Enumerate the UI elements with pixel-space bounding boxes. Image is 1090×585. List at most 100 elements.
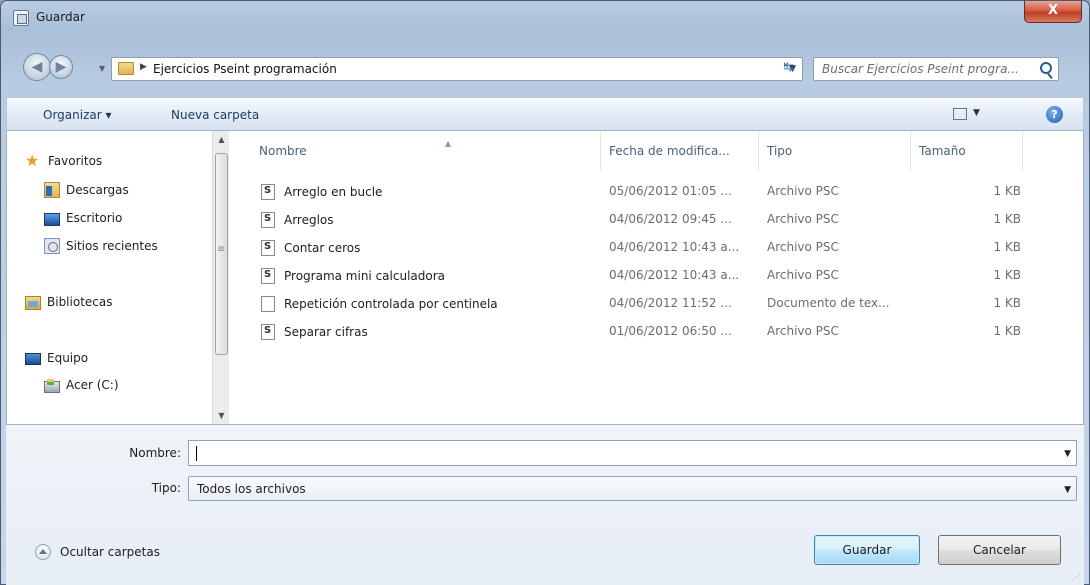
recent-locations-dropdown-icon[interactable]: ▼: [99, 64, 105, 73]
file-type: Archivo PSC: [767, 268, 839, 282]
column-header-date[interactable]: Fecha de modifica...: [601, 131, 759, 171]
change-view-icon[interactable]: [953, 108, 967, 120]
hide-folders-label: Ocultar carpetas: [60, 545, 160, 559]
file-date: 05/06/2012 01:05 ...: [609, 184, 732, 198]
file-name: Separar cifras: [284, 325, 368, 339]
file-size: 1 KB: [993, 212, 1021, 226]
file-name: Contar ceros: [284, 241, 361, 255]
file-size: 1 KB: [993, 324, 1021, 338]
forward-button[interactable]: ▶: [49, 55, 73, 79]
help-icon[interactable]: ?: [1046, 106, 1063, 123]
file-name-cell: Separar cifras: [261, 324, 368, 340]
back-button[interactable]: ◀: [23, 53, 51, 81]
psc-file-icon: [261, 240, 275, 256]
file-list: ▲ Nombre Fecha de modifica... Tipo Tamañ…: [233, 131, 1083, 424]
cancel-button[interactable]: Cancelar: [938, 535, 1061, 565]
sidebar-item-computer[interactable]: Equipo: [25, 346, 230, 370]
refresh-button[interactable]: ↹: [778, 58, 800, 78]
file-size: 1 KB: [993, 240, 1021, 254]
search-icon[interactable]: [1040, 62, 1052, 74]
file-date: 04/06/2012 09:45 ...: [609, 212, 732, 226]
sidebar-item-label: Acer (C:): [66, 378, 119, 392]
file-name-cell: Programa mini calculadora: [261, 268, 445, 284]
file-type: Archivo PSC: [767, 240, 839, 254]
file-name: Programa mini calculadora: [284, 269, 445, 283]
psc-file-icon: [261, 184, 275, 200]
organize-menu-button[interactable]: Organizar ▾: [43, 108, 112, 122]
psc-file-icon: [261, 268, 275, 284]
breadcrumb-current-folder[interactable]: Ejercicios Pseint programación: [153, 62, 337, 76]
scroll-up-arrow-icon[interactable]: ▲: [213, 131, 230, 148]
file-type-dropdown-icon[interactable]: ▼: [1064, 485, 1071, 495]
column-header-size[interactable]: Tamaño: [911, 131, 1023, 171]
file-size: 1 KB: [993, 184, 1021, 198]
save-form-panel: Nombre: ▼ Tipo: Todos los archivos ▼ Ocu…: [6, 425, 1084, 585]
sidebar-item-libraries[interactable]: Bibliotecas: [25, 290, 230, 314]
file-name-label: Nombre:: [129, 446, 181, 460]
file-name: Arreglo en bucle: [284, 185, 383, 199]
sidebar-item-label: Descargas: [66, 183, 129, 197]
file-row[interactable]: Contar ceros 04/06/2012 10:43 a... Archi…: [251, 234, 1031, 262]
column-header-name[interactable]: Nombre: [251, 131, 601, 171]
save-dialog-icon: [13, 10, 29, 26]
file-size: 1 KB: [993, 296, 1021, 310]
file-type: Archivo PSC: [767, 324, 839, 338]
file-date: 04/06/2012 10:43 a...: [609, 268, 740, 282]
save-button[interactable]: Guardar: [814, 535, 920, 565]
file-row[interactable]: Arreglos 04/06/2012 09:45 ... Archivo PS…: [251, 206, 1031, 234]
search-placeholder: Buscar Ejercicios Pseint progra...: [822, 62, 1019, 76]
star-icon: ★: [25, 151, 40, 170]
back-arrow-icon: ◀: [31, 59, 43, 75]
sidebar-item-label: Equipo: [47, 351, 89, 365]
file-type-value: Todos los archivos: [197, 482, 306, 496]
psc-file-icon: [261, 324, 275, 340]
file-name-input[interactable]: ▼: [188, 440, 1077, 466]
file-name: Repetición controlada por centinela: [284, 297, 498, 311]
file-row[interactable]: Arreglo en bucle 05/06/2012 01:05 ... Ar…: [251, 178, 1031, 206]
address-bar[interactable]: ▶ Ejercicios Pseint programación ▼: [111, 57, 803, 81]
search-input[interactable]: Buscar Ejercicios Pseint progra...: [813, 57, 1059, 81]
resize-grip-icon[interactable]: ⋰: [1072, 573, 1081, 583]
browser-pane: ★ Favoritos Descargas Escritorio Sitios …: [6, 131, 1084, 425]
sidebar-item-label: Sitios recientes: [66, 239, 158, 253]
file-type: Archivo PSC: [767, 212, 839, 226]
new-folder-button[interactable]: Nueva carpeta: [171, 108, 259, 122]
save-dialog-window: Guardar X ◀ ▶ ▼ ▶ Ejercicios Pseint prog…: [0, 0, 1090, 585]
file-name-dropdown-icon[interactable]: ▼: [1064, 449, 1071, 459]
file-type: Archivo PSC: [767, 184, 839, 198]
scrollbar-thumb[interactable]: [215, 153, 228, 355]
file-row[interactable]: Programa mini calculadora 04/06/2012 10:…: [251, 262, 1031, 290]
close-button[interactable]: X: [1024, 1, 1082, 23]
scroll-down-arrow-icon[interactable]: ▼: [213, 407, 230, 424]
computer-icon: [25, 353, 41, 365]
hide-folders-toggle[interactable]: Ocultar carpetas: [35, 544, 160, 560]
column-header-type[interactable]: Tipo: [759, 131, 911, 171]
file-date: 04/06/2012 10:43 a...: [609, 240, 740, 254]
title-bar[interactable]: Guardar X: [1, 1, 1089, 35]
libraries-icon: [25, 296, 41, 310]
desktop-icon: [44, 212, 60, 226]
file-date: 01/06/2012 06:50 ...: [609, 324, 732, 338]
address-row: ◀ ▶ ▼ ▶ Ejercicios Pseint programación ▼…: [1, 53, 1089, 83]
refresh-icon: ↹: [783, 60, 795, 75]
sidebar-item-label: Favoritos: [48, 154, 103, 168]
file-type-select[interactable]: Todos los archivos ▼: [188, 476, 1077, 501]
navigation-pane: ★ Favoritos Descargas Escritorio Sitios …: [7, 131, 231, 424]
breadcrumb-chevron-icon[interactable]: ▶: [140, 62, 147, 72]
file-name-cell: Contar ceros: [261, 240, 360, 256]
text-caret: [196, 446, 197, 461]
view-options-dropdown-icon[interactable]: ▼: [973, 108, 980, 118]
file-name-cell: Arreglo en bucle: [261, 184, 382, 200]
psc-file-icon: [261, 212, 275, 228]
command-toolbar: Organizar ▾ Nueva carpeta ▼ ?: [6, 97, 1084, 131]
folder-icon: [118, 62, 134, 75]
file-name-cell: Repetición controlada por centinela: [261, 296, 498, 312]
file-row[interactable]: Separar cifras 01/06/2012 06:50 ... Arch…: [251, 318, 1031, 346]
collapse-arrow-icon: [35, 544, 51, 560]
file-type-label: Tipo:: [151, 481, 181, 495]
sidebar-item-favorites[interactable]: ★ Favoritos: [25, 149, 230, 173]
file-row[interactable]: Repetición controlada por centinela 04/0…: [251, 290, 1031, 318]
file-type: Documento de tex...: [767, 296, 890, 310]
forward-arrow-icon: ▶: [55, 59, 67, 75]
navigation-scrollbar[interactable]: ▲ ▼: [212, 131, 229, 424]
